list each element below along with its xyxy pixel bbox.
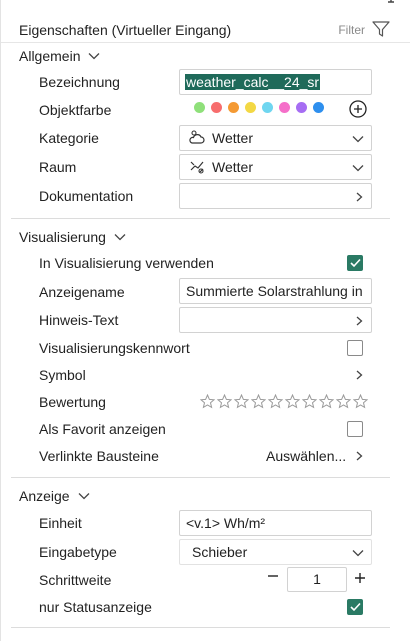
star-icon[interactable] [200, 394, 215, 409]
color-swatch[interactable] [194, 102, 205, 113]
eingabetype-label: Eingabetype [39, 544, 117, 560]
pin-icon[interactable] [385, 0, 397, 6]
filter-label[interactable]: Filter [338, 23, 365, 37]
status-checkbox[interactable] [347, 599, 363, 615]
star-icon[interactable] [302, 394, 317, 409]
kategorie-value: Wetter [212, 130, 253, 146]
chevron-down-icon [89, 53, 100, 60]
bausteine-label: Verlinkte Bausteine [39, 448, 159, 464]
star-icon[interactable] [336, 394, 351, 409]
kennwort-checkbox[interactable] [347, 340, 363, 356]
eingabetype-select[interactable]: Schieber [179, 539, 372, 565]
status-label: nur Statusanzeige [39, 599, 152, 615]
einheit-field[interactable]: <v.1> Wh/m² [179, 510, 372, 536]
chevron-right-icon[interactable] [356, 451, 363, 461]
color-swatch[interactable] [279, 102, 290, 113]
color-swatch[interactable] [313, 102, 324, 113]
anzeigename-field[interactable]: Summierte Solarstrahlung in d [179, 278, 372, 304]
checkmark-icon [350, 602, 361, 612]
panel-header: Eigenschaften (Virtueller Eingang) Filte… [1, 0, 410, 43]
section-visualisierung-label: Visualisierung [19, 229, 106, 245]
section-allgemein-toggle[interactable]: Allgemein [19, 48, 100, 64]
star-icon[interactable] [285, 394, 300, 409]
kategorie-label: Kategorie [39, 130, 99, 146]
section-anzeige-label: Anzeige [19, 488, 70, 504]
color-swatch[interactable] [262, 102, 273, 113]
chevron-down-icon [78, 493, 90, 500]
kennwort-label: Visualisierungskennwort [39, 340, 190, 356]
hinweis-field[interactable] [179, 307, 372, 333]
color-swatch[interactable] [245, 102, 256, 113]
chevron-right-icon [356, 316, 363, 326]
bewertung-label: Bewertung [39, 394, 106, 410]
section-divider [11, 627, 390, 628]
star-icon[interactable] [234, 394, 249, 409]
star-icon[interactable] [268, 394, 283, 409]
raum-label: Raum [39, 159, 77, 175]
raum-select[interactable]: Wetter [179, 154, 372, 180]
kategorie-select[interactable]: Wetter [179, 125, 372, 151]
color-swatch[interactable] [211, 102, 222, 113]
star-icon[interactable] [217, 394, 232, 409]
chevron-down-icon [352, 136, 364, 143]
symbol-label: Symbol [39, 367, 86, 383]
einheit-label: Einheit [39, 515, 82, 531]
color-swatches [194, 102, 324, 113]
section-visualisierung-toggle[interactable]: Visualisierung [19, 229, 126, 245]
plus-circle-icon[interactable] [349, 100, 367, 118]
panel-title: Eigenschaften (Virtueller Eingang) [19, 22, 232, 38]
section-divider [11, 218, 390, 219]
dokumentation-label: Dokumentation [39, 188, 134, 204]
bezeichnung-label: Bezeichnung [39, 74, 120, 90]
favorit-label: Als Favorit anzeigen [39, 421, 166, 437]
eingabetype-value: Schieber [192, 544, 248, 560]
anzeigename-value: Summierte Solarstrahlung in d [186, 283, 367, 299]
color-swatch[interactable] [296, 102, 307, 113]
favorit-checkbox[interactable] [347, 421, 363, 437]
weather-cloud-icon [189, 130, 205, 144]
chevron-right-icon[interactable] [356, 370, 363, 380]
raum-value: Wetter [212, 159, 253, 175]
section-allgemein-label: Allgemein [19, 48, 81, 64]
anzeigename-label: Anzeigename [39, 284, 125, 300]
star-icon[interactable] [251, 394, 266, 409]
einheit-value: <v.1> Wh/m² [186, 515, 266, 531]
star-icon[interactable] [319, 394, 334, 409]
minus-icon[interactable] [267, 570, 279, 582]
chevron-down-icon [352, 165, 364, 172]
schrittweite-label: Schrittweite [39, 572, 112, 588]
chevron-right-icon [356, 192, 363, 202]
color-swatch[interactable] [228, 102, 239, 113]
bezeichnung-field[interactable]: weather_calc__24_sr [179, 69, 372, 95]
chevron-down-icon [352, 550, 364, 557]
objektfarbe-label: Objektfarbe [39, 102, 112, 118]
section-anzeige-toggle[interactable]: Anzeige [19, 488, 90, 504]
in-visu-label: In Visualisierung verwenden [39, 255, 214, 271]
star-icon[interactable] [353, 394, 368, 409]
properties-panel: Eigenschaften (Virtueller Eingang) Filte… [0, 0, 410, 641]
filter-funnel-icon[interactable] [372, 20, 390, 38]
room-weather-icon [190, 161, 204, 174]
schrittweite-input[interactable]: 1 [287, 567, 347, 592]
chevron-down-icon [114, 234, 126, 241]
section-divider [11, 477, 390, 478]
bezeichnung-value: weather_calc__24_sr [185, 74, 321, 90]
in-visu-checkbox[interactable] [347, 255, 363, 271]
hinweis-label: Hinweis-Text [39, 312, 119, 328]
bausteine-select[interactable]: Auswählen... [266, 448, 346, 464]
plus-icon[interactable] [354, 572, 366, 584]
dokumentation-field[interactable] [179, 183, 372, 209]
rating-stars[interactable] [200, 394, 368, 409]
checkmark-icon [350, 258, 361, 268]
